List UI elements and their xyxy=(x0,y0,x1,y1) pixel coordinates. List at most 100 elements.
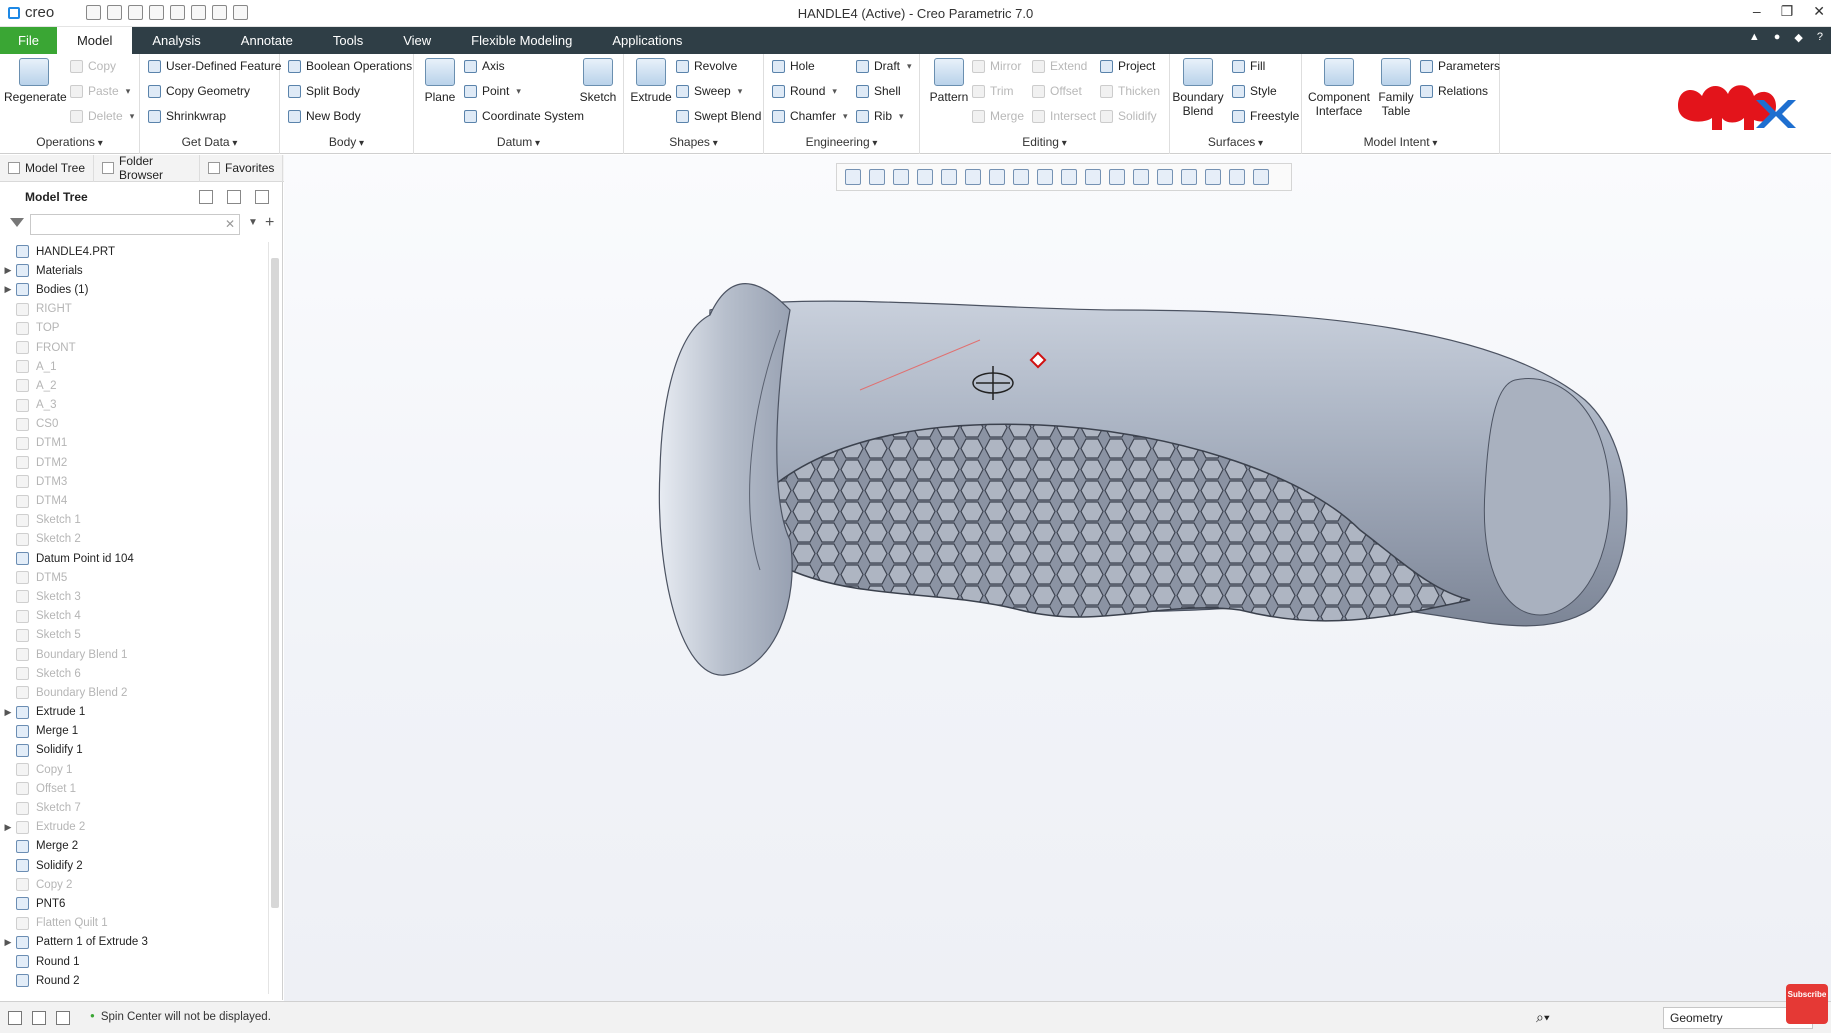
expand-arrow-icon[interactable]: ▶ xyxy=(0,265,16,276)
pattern-button[interactable]: Pattern xyxy=(926,58,972,104)
tree-item[interactable]: Merge 2 xyxy=(0,837,268,856)
tree-search-input[interactable] xyxy=(30,214,240,235)
tree-item[interactable]: Copy 2 xyxy=(0,875,268,894)
tree-item[interactable]: Merge 1 xyxy=(0,722,268,741)
delete-button[interactable]: Delete xyxy=(70,106,134,126)
tree-item[interactable]: FRONT xyxy=(0,338,268,357)
find-icon[interactable]: ⌕▾ xyxy=(1536,1009,1550,1026)
point-button[interactable]: Point xyxy=(464,81,521,101)
group-label-shapes[interactable]: Shapes xyxy=(624,135,763,149)
revolve-button[interactable]: Revolve xyxy=(676,56,737,76)
tree-item[interactable]: DTM5 xyxy=(0,568,268,587)
tree-columns-icon[interactable] xyxy=(255,190,269,204)
tree-item[interactable]: Sketch 4 xyxy=(0,607,268,626)
menu-file[interactable]: File xyxy=(0,27,57,54)
tree-item[interactable]: A_2 xyxy=(0,376,268,395)
tree-item[interactable]: Flatten Quilt 1 xyxy=(0,914,268,933)
family-table-button[interactable]: Family Table xyxy=(1374,58,1418,118)
tree-item[interactable]: Solidify 2 xyxy=(0,856,268,875)
tree-item[interactable]: ▶ Pattern 1 of Extrude 3 xyxy=(0,933,268,952)
solidify-button[interactable]: Solidify xyxy=(1100,106,1157,126)
clear-search-icon[interactable]: ✕ xyxy=(225,217,235,231)
group-label-datum[interactable]: Datum xyxy=(414,135,623,149)
spin-center-icon[interactable] xyxy=(1181,169,1197,185)
rib-button[interactable]: Rib xyxy=(856,106,904,126)
intersect-button[interactable]: Intersect xyxy=(1032,106,1096,126)
menu-annotate[interactable]: Annotate xyxy=(221,27,313,54)
shrinkwrap-button[interactable]: Shrinkwrap xyxy=(148,106,226,126)
csys-display-icon[interactable] xyxy=(1157,169,1173,185)
copy-button[interactable]: Copy xyxy=(70,56,116,76)
relations-button[interactable]: Relations xyxy=(1420,81,1488,101)
group-label-engineering[interactable]: Engineering xyxy=(764,135,919,149)
paste-button[interactable]: Paste xyxy=(70,81,130,101)
repaint-icon[interactable] xyxy=(917,169,933,185)
merge-button[interactable]: Merge xyxy=(972,106,1024,126)
extend-button[interactable]: Extend xyxy=(1032,56,1087,76)
more-icon[interactable] xyxy=(1253,169,1269,185)
settings-icon[interactable]: ◆ xyxy=(1794,31,1802,44)
thicken-button[interactable]: Thicken xyxy=(1100,81,1160,101)
group-label-body[interactable]: Body xyxy=(280,135,413,149)
help-icon[interactable]: ? xyxy=(1817,31,1823,44)
planes-display-icon[interactable] xyxy=(1085,169,1101,185)
group-label-model-intent[interactable]: Model Intent xyxy=(1302,135,1499,149)
group-label-surfaces[interactable]: Surfaces xyxy=(1170,135,1301,149)
tree-item[interactable]: ▶ Materials xyxy=(0,261,268,280)
tree-item[interactable]: TOP xyxy=(0,319,268,338)
tree-item[interactable]: DTM4 xyxy=(0,491,268,510)
menu-applications[interactable]: Applications xyxy=(592,27,702,54)
tree-item[interactable]: Sketch 3 xyxy=(0,587,268,606)
offset-button[interactable]: Offset xyxy=(1032,81,1082,101)
tree-item[interactable]: Boundary Blend 1 xyxy=(0,645,268,664)
project-button[interactable]: Project xyxy=(1100,56,1155,76)
tree-item[interactable]: DTM3 xyxy=(0,472,268,491)
tree-item[interactable]: RIGHT xyxy=(0,300,268,319)
tree-item[interactable]: ▶ Extrude 2 xyxy=(0,818,268,837)
pause-icon[interactable] xyxy=(1229,169,1245,185)
tab-model-tree[interactable]: Model Tree xyxy=(0,154,95,182)
menu-flexible-modeling[interactable]: Flexible Modeling xyxy=(451,27,592,54)
collapse-ribbon-icon[interactable]: ▲ xyxy=(1749,31,1760,44)
menu-view[interactable]: View xyxy=(383,27,451,54)
style-button[interactable]: Style xyxy=(1232,81,1277,101)
round-button[interactable]: Round xyxy=(772,81,837,101)
menu-model[interactable]: Model xyxy=(56,27,133,54)
menu-analysis[interactable]: Analysis xyxy=(132,27,220,54)
boundary-blend-button[interactable]: Boundary Blend xyxy=(1172,58,1224,118)
user-defined-feature-button[interactable]: User-Defined Feature xyxy=(148,56,281,76)
search-icon[interactable]: ● xyxy=(1774,31,1781,44)
tree-item[interactable]: CS0 xyxy=(0,415,268,434)
split-body-button[interactable]: Split Body xyxy=(288,81,360,101)
zoom-in-icon[interactable] xyxy=(869,169,885,185)
tree-item[interactable]: Copy 1 xyxy=(0,760,268,779)
view-manager-icon[interactable] xyxy=(1013,169,1029,185)
component-interface-button[interactable]: Component Interface xyxy=(1304,58,1374,118)
freestyle-button[interactable]: Freestyle xyxy=(1232,106,1299,126)
expand-arrow-icon[interactable]: ▶ xyxy=(0,822,16,833)
refit-icon[interactable] xyxy=(845,169,861,185)
close-icon[interactable]: ✕ xyxy=(1813,3,1825,20)
coordinate-system-button[interactable]: Coordinate System xyxy=(464,106,584,126)
tree-item[interactable]: HANDLE4.PRT xyxy=(0,242,268,261)
full-screen-icon[interactable] xyxy=(56,1011,70,1025)
parameters-button[interactable]: Parameters xyxy=(1420,56,1500,76)
tree-item[interactable]: Sketch 1 xyxy=(0,511,268,530)
tree-item[interactable]: PNT6 xyxy=(0,894,268,913)
tree-item[interactable]: A_3 xyxy=(0,396,268,415)
tree-item[interactable]: Sketch 6 xyxy=(0,664,268,683)
minimize-icon[interactable]: – xyxy=(1753,3,1761,20)
sweep-button[interactable]: Sweep xyxy=(676,81,742,101)
tab-folder-browser[interactable]: Folder Browser xyxy=(94,154,201,182)
trim-button[interactable]: Trim xyxy=(972,81,1014,101)
tree-item[interactable]: ▶ Bodies (1) xyxy=(0,280,268,299)
maximize-icon[interactable]: ❐ xyxy=(1781,3,1794,20)
tree-item[interactable]: DTM1 xyxy=(0,434,268,453)
annotation-display-icon[interactable] xyxy=(1205,169,1221,185)
tree-item[interactable]: ▶ Extrude 1 xyxy=(0,703,268,722)
fill-button[interactable]: Fill xyxy=(1232,56,1265,76)
shell-button[interactable]: Shell xyxy=(856,81,901,101)
points-display-icon[interactable] xyxy=(1133,169,1149,185)
chamfer-button[interactable]: Chamfer xyxy=(772,106,848,126)
tree-item[interactable]: Sketch 7 xyxy=(0,798,268,817)
